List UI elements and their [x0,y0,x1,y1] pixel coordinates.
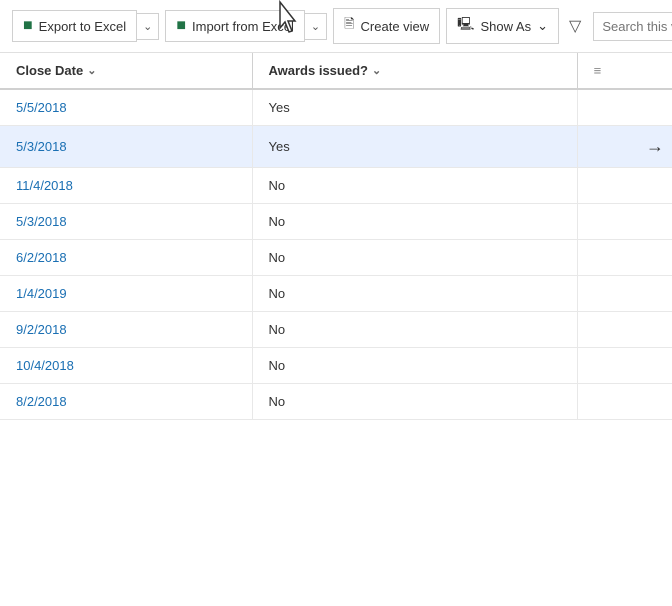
data-table: Close Date ⌄ Awards issued? ⌄ ≡ 5/5/2018… [0,53,672,420]
create-view-button[interactable]: 🖹 Create view [333,8,440,44]
table-row[interactable]: 9/2/2018No [0,312,672,348]
filter-icon[interactable]: ▽ [565,12,585,40]
table-body: 5/5/2018Yes5/3/2018Yes→11/4/2018No5/3/20… [0,89,672,420]
cell-close-date: 5/3/2018 [0,126,252,168]
cell-action [577,204,672,240]
export-excel-group: ■ Export to Excel ⌄ [12,10,159,42]
cell-close-date: 1/4/2019 [0,276,252,312]
import-excel-label: Import from Excel [192,19,294,34]
col-header-awards-issued[interactable]: Awards issued? ⌄ [252,53,577,89]
cell-close-date: 9/2/2018 [0,312,252,348]
row-arrow-icon[interactable]: → [646,136,664,156]
col-header-close-date[interactable]: Close Date ⌄ [0,53,252,89]
cell-action [577,89,672,126]
cell-awards-issued: No [252,384,577,420]
cell-close-date: 5/5/2018 [0,89,252,126]
table-row[interactable]: 11/4/2018No [0,168,672,204]
show-as-caret-icon: ⌄ [537,18,548,34]
cell-action [577,240,672,276]
table-row[interactable]: 10/4/2018No [0,348,672,384]
show-as-button[interactable]: 🖳 Show As ⌄ [446,8,559,44]
col-resize-icon: ≡ [594,63,602,78]
cell-close-date: 5/3/2018 [0,204,252,240]
cell-action[interactable]: → [577,126,672,168]
create-view-icon: 🖹 [344,15,354,37]
show-as-label: Show As [481,19,532,34]
cell-close-date: 6/2/2018 [0,240,252,276]
cell-awards-issued: No [252,276,577,312]
export-excel-caret[interactable]: ⌄ [137,13,159,40]
import-excel-group: ■ Import from Excel ⌄ [165,10,327,42]
table-container: Close Date ⌄ Awards issued? ⌄ ≡ 5/5/2018… [0,53,672,420]
cell-action [577,348,672,384]
table-row[interactable]: 5/5/2018Yes [0,89,672,126]
show-as-group: 🖳 Show As ⌄ [446,8,559,44]
col-awards-issued-sort-icon: ⌄ [372,64,381,77]
table-row[interactable]: 5/3/2018No [0,204,672,240]
table-row[interactable]: 6/2/2018No [0,240,672,276]
cell-awards-issued: No [252,168,577,204]
col-awards-issued-label: Awards issued? [269,63,368,78]
cell-awards-issued: No [252,348,577,384]
export-excel-label: Export to Excel [39,19,126,34]
cell-awards-issued: No [252,204,577,240]
cell-awards-issued: No [252,312,577,348]
cell-close-date: 8/2/2018 [0,384,252,420]
search-input[interactable] [594,14,672,39]
cell-action [577,312,672,348]
create-view-group: 🖹 Create view [333,8,440,44]
export-excel-icon: ■ [23,17,33,35]
col-close-date-sort-icon: ⌄ [87,64,96,77]
cell-action [577,276,672,312]
cell-action [577,168,672,204]
col-header-extra: ≡ [577,53,672,89]
table-header-row: Close Date ⌄ Awards issued? ⌄ ≡ [0,53,672,89]
import-excel-button[interactable]: ■ Import from Excel [165,10,305,42]
table-row[interactable]: 5/3/2018Yes → [0,126,672,168]
cell-close-date: 11/4/2018 [0,168,252,204]
cell-action [577,384,672,420]
table-row[interactable]: 1/4/2019No [0,276,672,312]
search-box: 🔍 [593,12,672,41]
cell-awards-issued: Yes [252,126,577,168]
table-row[interactable]: 8/2/2018No [0,384,672,420]
cell-awards-issued: No [252,240,577,276]
toolbar: ■ Export to Excel ⌄ ■ Import from Excel … [0,0,672,53]
create-view-label: Create view [361,19,430,34]
cell-awards-issued: Yes [252,89,577,126]
toolbar-right: ▽ 🔍 [565,12,672,41]
import-excel-icon: ■ [176,17,186,35]
show-as-icon: 🖳 [457,15,474,37]
col-close-date-label: Close Date [16,63,83,78]
import-excel-caret[interactable]: ⌄ [305,13,327,40]
export-excel-button[interactable]: ■ Export to Excel [12,10,137,42]
cell-close-date: 10/4/2018 [0,348,252,384]
